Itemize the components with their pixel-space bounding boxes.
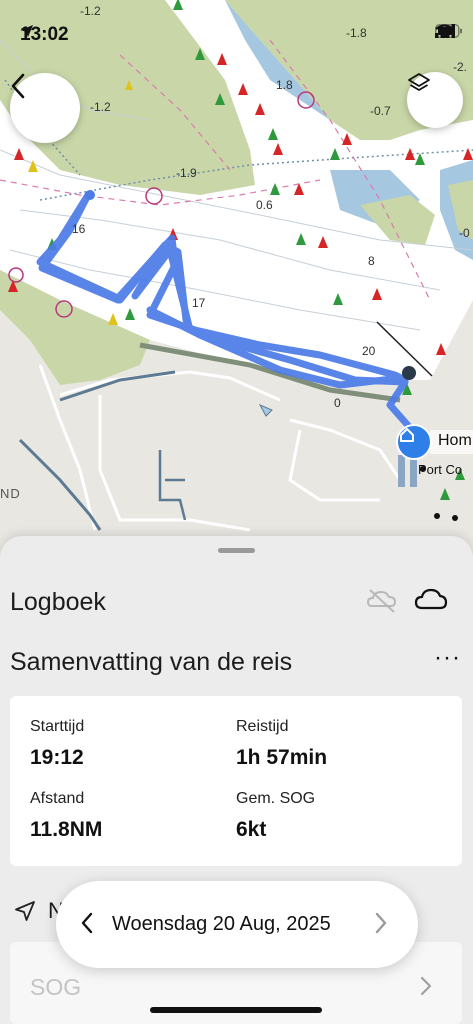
status-time: 13:02 xyxy=(20,24,78,46)
stat-value: 11.8NM xyxy=(30,818,103,841)
stat-avg-sog: Gem. SOG 6kt xyxy=(236,790,315,842)
cloud-icon[interactable] xyxy=(414,586,448,621)
stat-start-time: Starttijd 19:12 xyxy=(30,718,84,770)
home-indicator xyxy=(150,1007,322,1013)
previous-day-button[interactable] xyxy=(80,912,94,939)
chevron-right-icon xyxy=(420,976,432,1001)
no-sync-icon[interactable] xyxy=(366,586,398,621)
stat-label: Reistijd xyxy=(236,718,289,735)
next-day-button[interactable] xyxy=(374,912,388,939)
more-options-button[interactable]: ··· xyxy=(434,646,461,670)
place-label-port: Port Co xyxy=(418,462,463,477)
depth-label: 0 xyxy=(334,396,341,410)
depth-label: 8 xyxy=(368,254,375,268)
stat-label: Afstand xyxy=(30,790,85,807)
trip-summary-title: Samenvatting van de reis xyxy=(10,648,293,676)
stat-value: 6kt xyxy=(236,818,267,841)
layers-button[interactable] xyxy=(407,72,463,128)
selected-date: Woensdag 20 Aug, 2025 xyxy=(112,913,331,935)
sheet-grabber[interactable] xyxy=(218,548,255,553)
home-port-marker[interactable] xyxy=(396,424,432,460)
place-label-land: ND xyxy=(0,486,21,501)
status-bar: 13:02 xyxy=(0,0,473,66)
logbook-sheet: Logboek Samenvatting van de reis ··· Sta… xyxy=(0,536,473,1024)
depth-label: 0.6 xyxy=(256,198,273,212)
depth-label: 17 xyxy=(192,296,206,310)
stat-value: 19:12 xyxy=(30,746,84,769)
depth-label: -1.9 xyxy=(176,166,197,180)
depth-label: 1.8 xyxy=(276,78,293,92)
depth-label: -0 xyxy=(459,226,470,240)
depth-label: 20 xyxy=(362,344,376,358)
chevron-left-icon xyxy=(80,912,94,938)
place-label-home: Hom xyxy=(438,432,472,449)
trip-stats-card: Starttijd 19:12 Reistijd 1h 57min Afstan… xyxy=(10,696,462,866)
depth-label: -0.7 xyxy=(370,104,391,118)
logbook-title: Logboek xyxy=(10,588,106,616)
stat-label: Gem. SOG xyxy=(236,790,316,807)
chart-map[interactable]: -1.2 -1.2 1.8 -1.9 0.6 -0.7 -1.8 -2. -0 … xyxy=(0,0,473,560)
chevron-right-icon xyxy=(374,912,388,938)
stat-value: 1h 57min xyxy=(236,746,328,769)
depth-label: 16 xyxy=(72,222,86,236)
stat-label: Starttijd xyxy=(30,718,85,735)
sog-row-label: SOG xyxy=(30,974,82,1000)
date-selector: Woensdag 20 Aug, 2025 xyxy=(56,881,418,968)
navigation-icon xyxy=(14,900,36,927)
back-button[interactable] xyxy=(10,73,80,143)
stat-distance: Afstand 11.8NM xyxy=(30,790,102,842)
depth-label: -1.2 xyxy=(90,100,111,114)
stat-duration: Reistijd 1h 57min xyxy=(236,718,327,770)
